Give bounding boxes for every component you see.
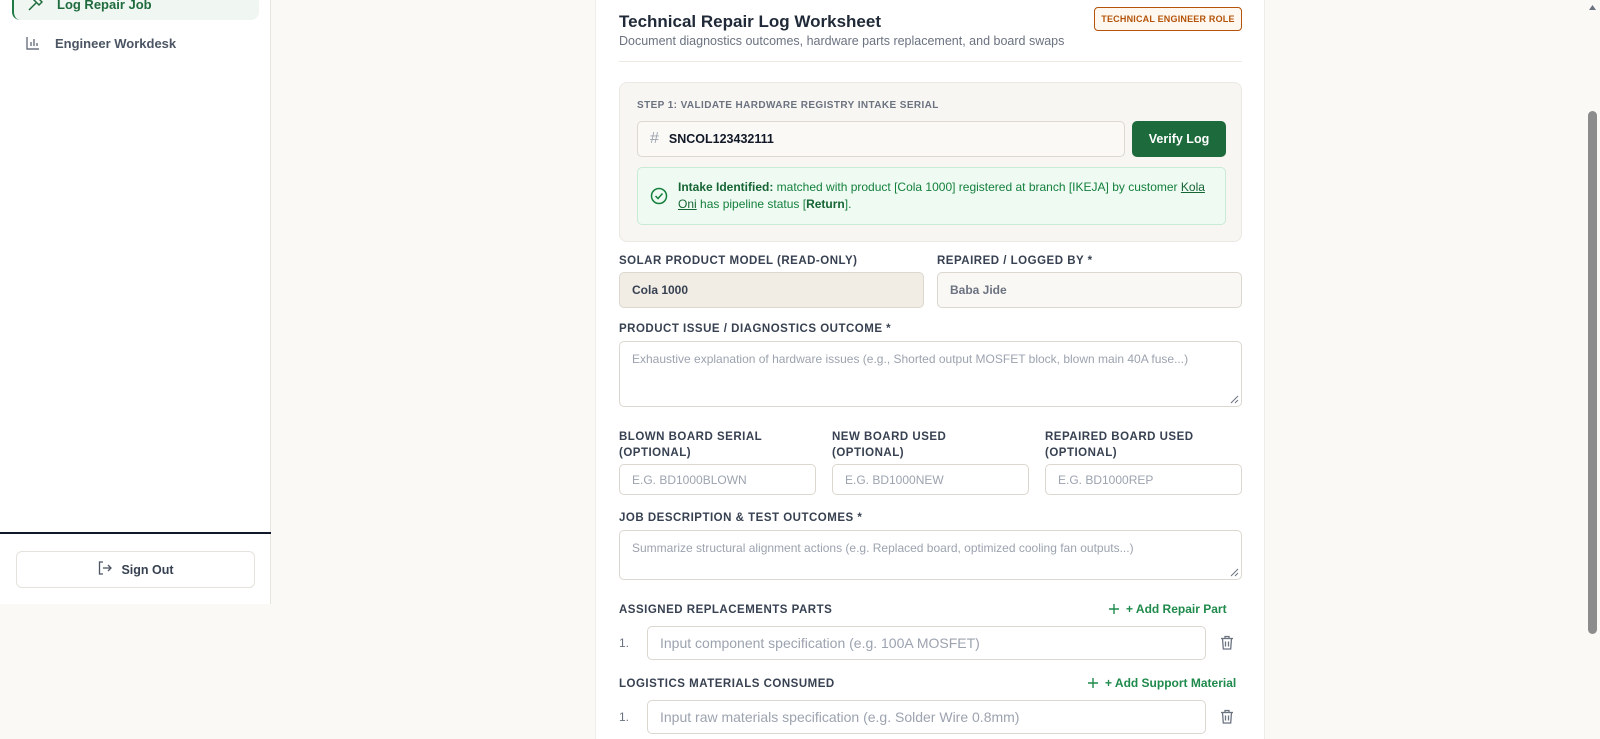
issue-label: PRODUCT ISSUE / DIAGNOSTICS OUTCOME *	[619, 323, 892, 335]
logged-by-field[interactable]: Baba Jide	[937, 272, 1242, 308]
sign-out-button[interactable]: Sign Out	[16, 551, 255, 588]
model-label: SOLAR PRODUCT MODEL (READ-ONLY)	[619, 255, 858, 267]
page-subtitle: Document diagnostics outcomes, hardware …	[619, 34, 1065, 48]
part-spec-input[interactable]: Input component specification (e.g. 100A…	[647, 626, 1206, 660]
sign-out-label: Sign Out	[121, 562, 174, 577]
blown-board-label: BLOWN BOARD SERIAL (OPTIONAL)	[619, 431, 762, 459]
header-divider	[619, 61, 1242, 62]
plus-icon	[1088, 678, 1098, 688]
intake-text-2: has pipeline status [	[696, 197, 807, 211]
job-description-textarea[interactable]: Summarize structural alignment actions (…	[619, 530, 1242, 580]
add-support-material-label: + Add Support Material	[1105, 676, 1237, 690]
resize-handle-icon[interactable]	[1230, 568, 1239, 577]
sidebar-divider	[0, 532, 271, 534]
scrollbar-thumb[interactable]	[1588, 111, 1597, 634]
sidebar-item-engineer-workdesk[interactable]: Engineer Workdesk	[12, 27, 259, 59]
verify-log-button[interactable]: Verify Log	[1132, 121, 1226, 157]
plus-icon	[1109, 604, 1119, 614]
sidebar-item-label: Log Repair Job	[57, 0, 152, 12]
blown-board-input[interactable]: E.G. BD1000BLOWN	[619, 464, 816, 495]
sidebar: Log Repair Job Engineer Workdesk Sign Ou…	[0, 0, 271, 604]
serial-value: SNCOL123432111	[668, 132, 774, 146]
parts-label: ASSIGNED REPLACEMENTS PARTS	[619, 604, 833, 616]
product-model-field: Cola 1000	[619, 272, 924, 308]
delete-part-icon[interactable]	[1220, 635, 1234, 650]
repaired-board-label: REPAIRED BOARD USED (OPTIONAL)	[1045, 431, 1194, 459]
issue-placeholder: Exhaustive explanation of hardware issue…	[632, 352, 1189, 366]
new-board-label: NEW BOARD USED (OPTIONAL)	[832, 431, 947, 459]
intake-success-message: Intake Identified: matched with product …	[678, 179, 1218, 213]
add-repair-part-button[interactable]: + Add Repair Part	[1108, 602, 1227, 616]
role-badge: TECHNICAL ENGINEER ROLE	[1094, 7, 1242, 31]
material-row-number: 1.	[619, 710, 630, 724]
check-circle-icon	[650, 187, 668, 210]
materials-label: LOGISTICS MATERIALS CONSUMED	[619, 678, 835, 690]
intake-text-1: matched with product [Cola 1000] registe…	[773, 180, 1181, 194]
step1-panel: STEP 1: VALIDATE HARDWARE REGISTRY INTAK…	[619, 82, 1242, 242]
part-row-number: 1.	[619, 636, 630, 650]
hash-icon: #	[650, 130, 659, 147]
hammer-icon	[26, 0, 44, 13]
new-board-input[interactable]: E.G. BD1000NEW	[832, 464, 1029, 495]
intake-prefix: Intake Identified:	[678, 180, 774, 194]
step1-label: STEP 1: VALIDATE HARDWARE REGISTRY INTAK…	[637, 100, 939, 111]
sidebar-item-log-repair-job[interactable]: Log Repair Job	[12, 0, 259, 20]
bar-chart-icon	[24, 34, 42, 52]
logged-by-label: REPAIRED / LOGGED BY *	[937, 255, 1093, 267]
sign-out-icon	[97, 560, 113, 579]
job-description-label: JOB DESCRIPTION & TEST OUTCOMES *	[619, 512, 863, 524]
material-spec-input[interactable]: Input raw materials specification (e.g. …	[647, 700, 1206, 734]
job-placeholder: Summarize structural alignment actions (…	[632, 541, 1134, 555]
add-repair-part-label: + Add Repair Part	[1126, 602, 1227, 616]
issue-textarea[interactable]: Exhaustive explanation of hardware issue…	[619, 341, 1242, 407]
intake-success-alert: Intake Identified: matched with product …	[637, 167, 1226, 225]
sidebar-item-label: Engineer Workdesk	[55, 35, 177, 51]
add-support-material-button[interactable]: + Add Support Material	[1087, 676, 1236, 690]
resize-handle-icon[interactable]	[1230, 395, 1239, 404]
repaired-board-input[interactable]: E.G. BD1000REP	[1045, 464, 1242, 495]
scroll-up-arrow-icon[interactable]	[1588, 3, 1597, 12]
intake-text-3: ].	[844, 197, 852, 211]
serial-input[interactable]: # SNCOL123432111	[637, 121, 1125, 157]
delete-material-icon[interactable]	[1220, 709, 1234, 724]
pipeline-status: Return	[806, 197, 845, 211]
repair-log-card: Technical Repair Log Worksheet Document …	[595, 0, 1265, 739]
